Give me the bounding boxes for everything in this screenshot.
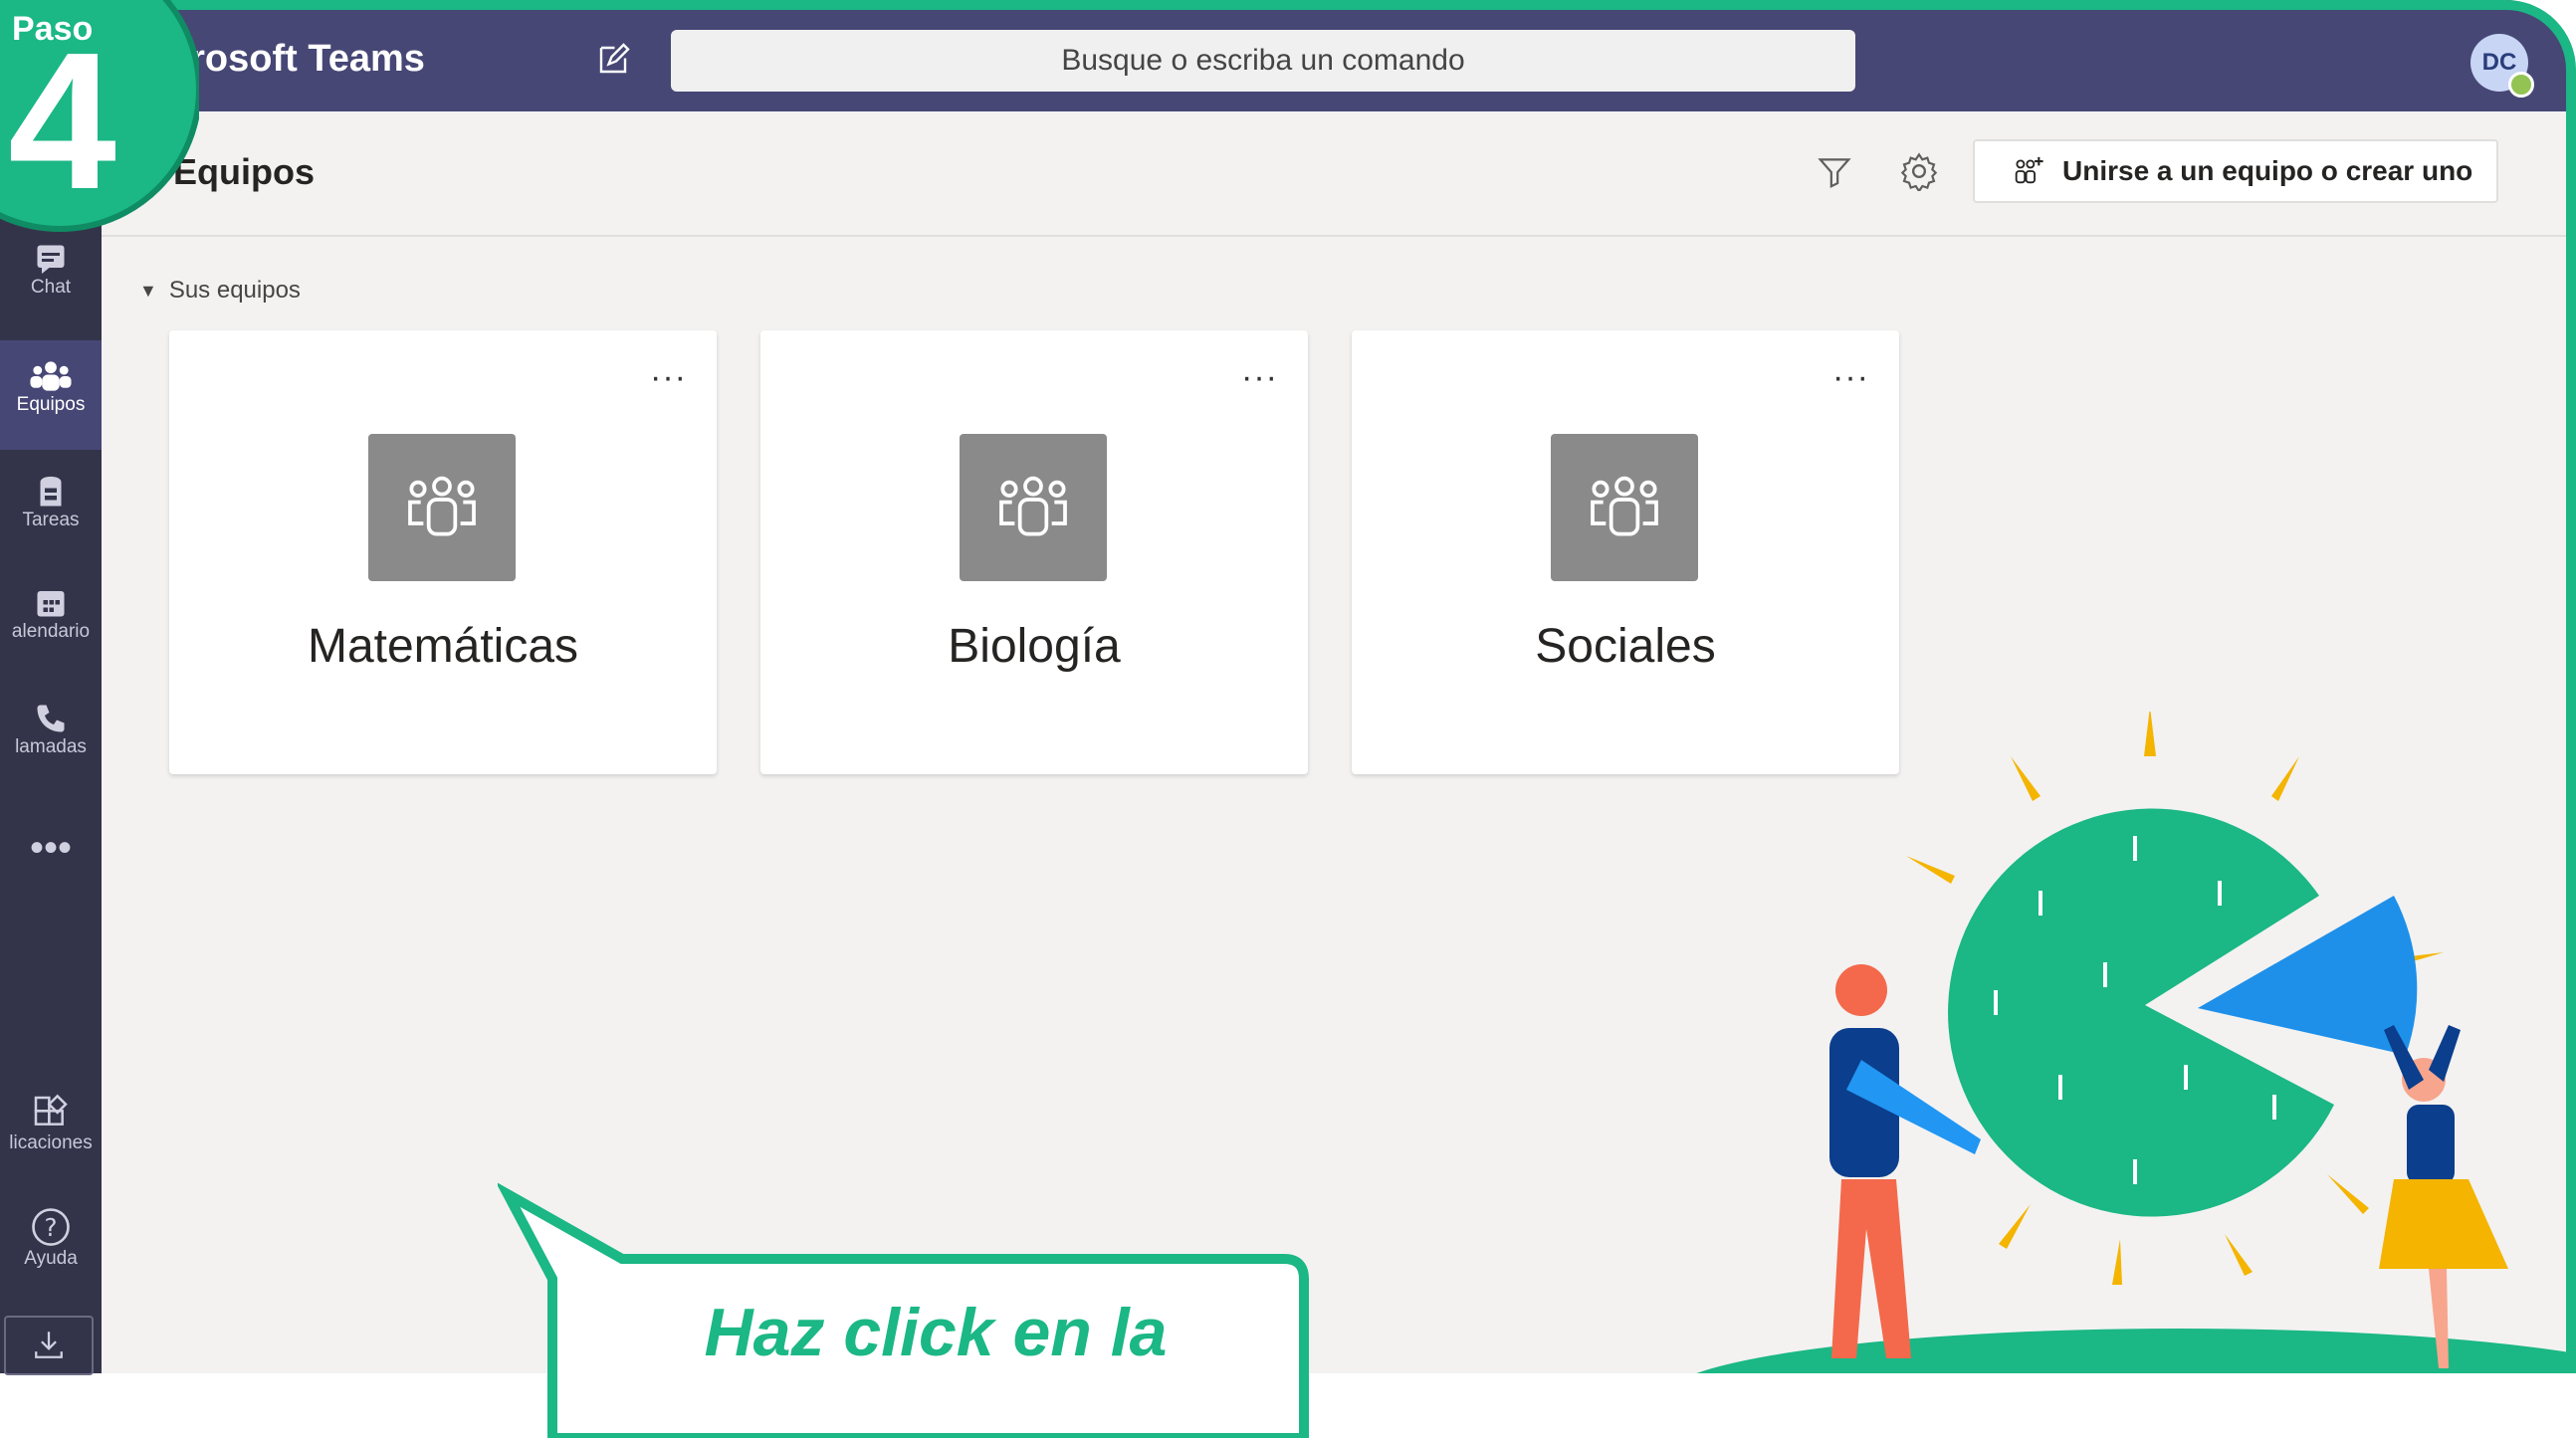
teams-icon bbox=[30, 361, 72, 391]
rail-item-label: licaciones bbox=[9, 1132, 93, 1153]
download-button[interactable] bbox=[4, 1316, 94, 1375]
rail-item-label: alendario bbox=[11, 621, 91, 642]
caret-down-icon: ▼ bbox=[139, 280, 157, 301]
download-icon bbox=[35, 1332, 63, 1358]
rail-item-ayuda[interactable]: ? Ayuda bbox=[0, 1206, 102, 1316]
team-name: Matemáticas bbox=[307, 620, 579, 673]
section-label: Sus equipos bbox=[168, 277, 301, 304]
rail-item-chat[interactable]: Chat bbox=[0, 241, 102, 350]
avatar-initials: DC bbox=[2481, 49, 2517, 76]
phone-icon bbox=[37, 705, 65, 732]
more-options-icon[interactable]: ··· bbox=[650, 358, 687, 397]
team-icon bbox=[408, 476, 476, 536]
rail-item-llamadas[interactable]: lamadas bbox=[0, 701, 102, 810]
section-toggle-sus-equipos[interactable]: ▼ Sus equipos bbox=[139, 277, 301, 305]
rail-item-label: Equipos bbox=[16, 394, 86, 415]
app-name: crosoft Teams bbox=[169, 38, 425, 80]
assignments-icon bbox=[40, 476, 62, 507]
more-options-icon[interactable]: ··· bbox=[1832, 358, 1869, 397]
filter-icon[interactable] bbox=[1816, 153, 1853, 191]
title-bar: crosoft Teams Busque o escriba un comand… bbox=[0, 0, 2566, 111]
help-icon: ? bbox=[32, 1208, 70, 1246]
team-name: Sociales bbox=[1535, 620, 1716, 673]
rail-item-label: lamadas bbox=[15, 736, 87, 757]
join-button-label: Unirse a un equipo o crear uno bbox=[2062, 155, 2473, 186]
people-pie-clock-illustration bbox=[1696, 712, 2576, 1373]
calendar-icon bbox=[37, 591, 65, 617]
join-team-icon bbox=[2015, 156, 2043, 184]
svg-text:?: ? bbox=[44, 1213, 57, 1242]
gear-icon[interactable] bbox=[1899, 151, 1939, 191]
team-icon bbox=[1591, 476, 1658, 536]
team-avatar-tile bbox=[1551, 434, 1698, 581]
person-right bbox=[2379, 1025, 2508, 1368]
rail-item-calendario[interactable]: alendario bbox=[0, 585, 102, 695]
apps-icon bbox=[34, 1094, 68, 1126]
team-avatar-tile bbox=[960, 434, 1107, 581]
app-rail: Chat Equipos Tareas alendario lamadas ••… bbox=[0, 111, 102, 1375]
team-name: Biología bbox=[948, 620, 1121, 673]
search-placeholder: Busque o escriba un comando bbox=[1061, 44, 1465, 77]
compose-icon[interactable] bbox=[595, 42, 631, 78]
rail-item-label: Tareas bbox=[22, 510, 80, 530]
rail-item-equipos[interactable]: Equipos bbox=[0, 340, 102, 450]
rail-item-label: Chat bbox=[30, 277, 72, 298]
rail-item-label: Ayuda bbox=[24, 1248, 78, 1269]
search-input[interactable]: Busque o escriba un comando bbox=[671, 30, 1855, 92]
presence-status-badge bbox=[2508, 72, 2534, 98]
join-or-create-team-button[interactable]: Unirse a un equipo o crear uno bbox=[1973, 139, 2498, 203]
rail-item-aplicaciones[interactable]: licaciones bbox=[0, 1093, 102, 1202]
team-icon bbox=[999, 476, 1067, 536]
more-apps-icon[interactable]: ••• bbox=[0, 828, 102, 878]
team-avatar-tile bbox=[368, 434, 516, 581]
team-card-sociales[interactable]: ··· Sociales bbox=[1352, 330, 1899, 774]
team-card-biologia[interactable]: ··· Biología bbox=[760, 330, 1308, 774]
more-options-icon[interactable]: ··· bbox=[1241, 358, 1278, 397]
team-card-matematicas[interactable]: ··· Matemáticas bbox=[169, 330, 717, 774]
step-number: 4 bbox=[8, 12, 117, 230]
page-header: Equipos Unirse a un equipo o crear uno bbox=[102, 111, 2566, 237]
callout-text: Haz click en la bbox=[704, 1295, 1168, 1370]
rail-item-tareas[interactable]: Tareas bbox=[0, 470, 102, 579]
